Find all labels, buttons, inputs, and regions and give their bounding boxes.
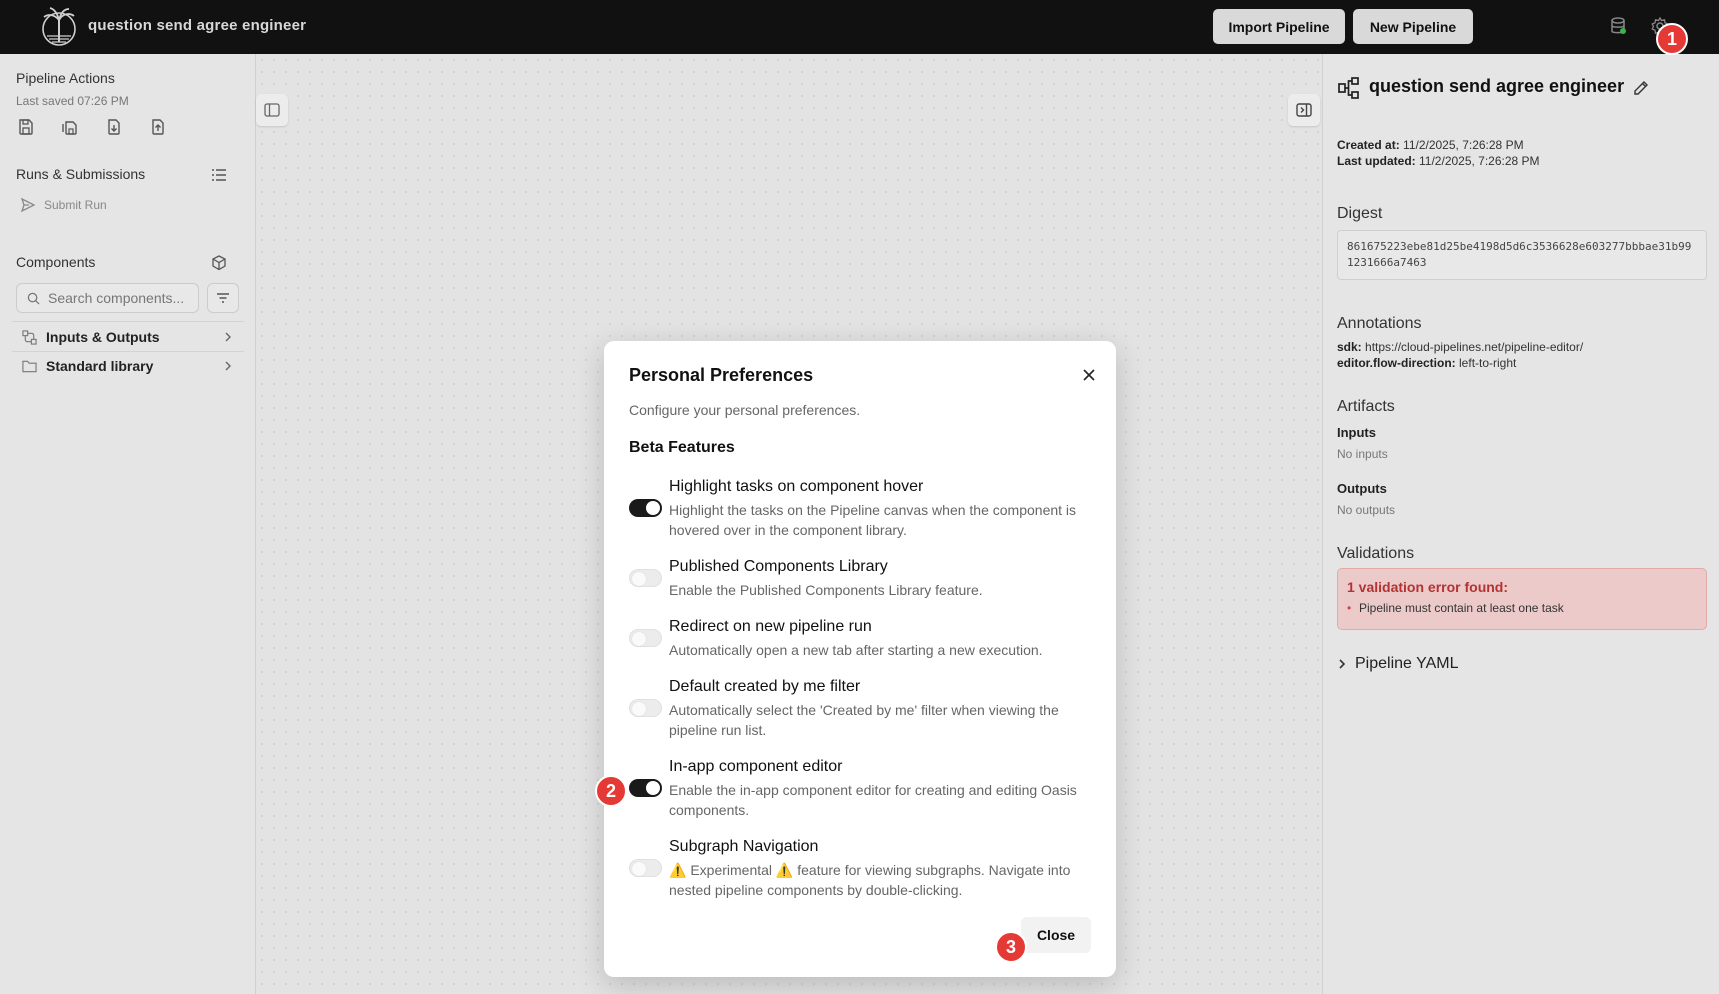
redirect-new-run-toggle[interactable] [629, 629, 662, 647]
palm-tree-logo-icon[interactable] [40, 4, 78, 48]
beta-features-heading: Beta Features [629, 439, 735, 456]
database-icon[interactable] [1608, 16, 1628, 36]
personal-preferences-dialog: Personal Preferences Configure your pers… [604, 341, 1116, 977]
pref-description: ⚠️ Experimental ⚠️ feature for viewing s… [669, 862, 1071, 898]
import-pipeline-button[interactable]: Import Pipeline [1213, 9, 1345, 44]
pref-description: Automatically select the 'Created by me'… [669, 702, 1059, 738]
pref-description: Highlight the tasks on the Pipeline canv… [669, 502, 1077, 538]
close-button[interactable]: Close [1021, 917, 1091, 953]
pref-title: Published Components Library [669, 558, 888, 575]
new-pipeline-button[interactable]: New Pipeline [1353, 9, 1473, 44]
pref-description: Enable the in-app component editor for c… [669, 782, 1077, 818]
dialog-title: Personal Preferences [629, 365, 814, 385]
highlight-tasks-toggle[interactable] [629, 499, 662, 517]
step-marker: 3 [995, 931, 1027, 963]
dialog-description: Configure your personal preferences. [629, 402, 861, 418]
pref-title: In-app component editor [669, 758, 843, 775]
step-marker: 1 [1656, 23, 1688, 55]
close-icon[interactable] [1080, 366, 1098, 384]
app-title: question send agree engineer [88, 17, 307, 34]
step-marker: 2 [595, 775, 627, 807]
pref-title: Redirect on new pipeline run [669, 618, 872, 635]
pref-title: Subgraph Navigation [669, 838, 819, 855]
pref-description: Automatically open a new tab after start… [669, 642, 1043, 658]
pref-title: Highlight tasks on component hover [669, 478, 924, 495]
top-bar: question send agree engineer Import Pipe… [0, 0, 1719, 54]
in-app-editor-toggle[interactable] [629, 779, 662, 797]
created-by-me-filter-toggle[interactable] [629, 699, 662, 717]
subgraph-navigation-toggle[interactable] [629, 859, 662, 877]
pref-description: Enable the Published Components Library … [669, 582, 983, 598]
published-components-toggle[interactable] [629, 569, 662, 587]
pref-title: Default created by me filter [669, 678, 861, 695]
